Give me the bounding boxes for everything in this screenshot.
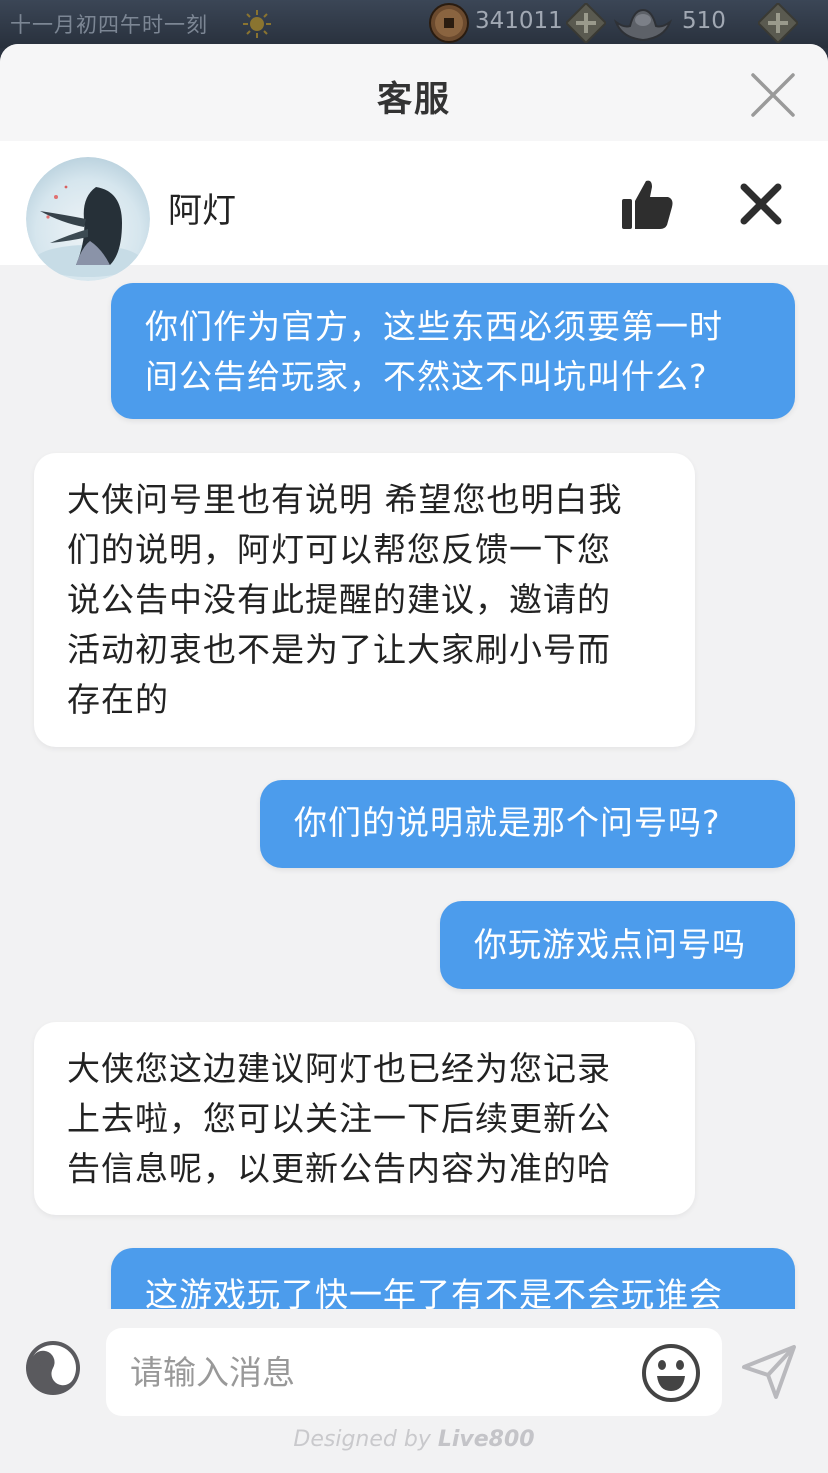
ingot-icon — [613, 8, 673, 42]
user-message-bubble: 你们作为官方，这些东西必须要第一时 间公告给玩家，不然这不叫坑叫什么? — [111, 283, 795, 419]
agent-name: 阿灯 — [168, 191, 236, 231]
add-ingot-button[interactable] — [758, 3, 798, 43]
coin-icon — [429, 3, 469, 43]
yin-yang-icon[interactable] — [24, 1339, 82, 1397]
thumbs-up-icon[interactable] — [620, 177, 674, 231]
user-message-bubble: 这游戏玩了快一年了有不是不会玩谁会 — [111, 1248, 795, 1309]
input-bar: Designed by Live800 — [0, 1309, 828, 1473]
message-input[interactable] — [106, 1328, 722, 1416]
coin-value: 341011 — [475, 8, 563, 34]
end-chat-icon[interactable] — [738, 181, 784, 227]
ingot-value: 510 — [682, 8, 726, 34]
credit-prefix: Designed by — [293, 1427, 438, 1452]
user-message-bubble: 你玩游戏点问号吗 — [440, 901, 795, 989]
send-icon[interactable] — [740, 1343, 798, 1401]
footer-credit: Designed by Live800 — [0, 1427, 828, 1452]
avatar — [26, 157, 150, 281]
customer-service-panel: 客服 阿灯 你们作为官方，这些东西必须要第一时 间公告给玩家，不然这不叫坑叫什么… — [0, 44, 828, 1473]
sun-icon — [243, 10, 271, 38]
game-time-text: 十一月初四午时一刻 — [10, 13, 208, 37]
close-icon[interactable] — [748, 70, 798, 120]
add-coin-button[interactable] — [566, 3, 606, 43]
game-status-bar: 十一月初四午时一刻 341011 510 — [0, 0, 828, 48]
agent-message-bubble: 大侠问号里也有说明 希望您也明白我 们的说明，阿灯可以帮您反馈一下您 说公告中没… — [34, 453, 695, 747]
message-list[interactable]: 你们作为官方，这些东西必须要第一时 间公告给玩家，不然这不叫坑叫什么? 大侠问号… — [0, 265, 828, 1309]
emoji-icon[interactable] — [641, 1343, 701, 1403]
agent-bar: 阿灯 — [0, 141, 828, 281]
panel-header: 客服 — [0, 44, 828, 141]
credit-brand: Live800 — [437, 1427, 535, 1452]
user-message-bubble: 你们的说明就是那个问号吗? — [260, 780, 795, 868]
agent-message-bubble: 大侠您这边建议阿灯也已经为您记录 上去啦，您可以关注一下后续更新公 告信息呢，以… — [34, 1022, 695, 1215]
panel-title: 客服 — [376, 80, 451, 120]
